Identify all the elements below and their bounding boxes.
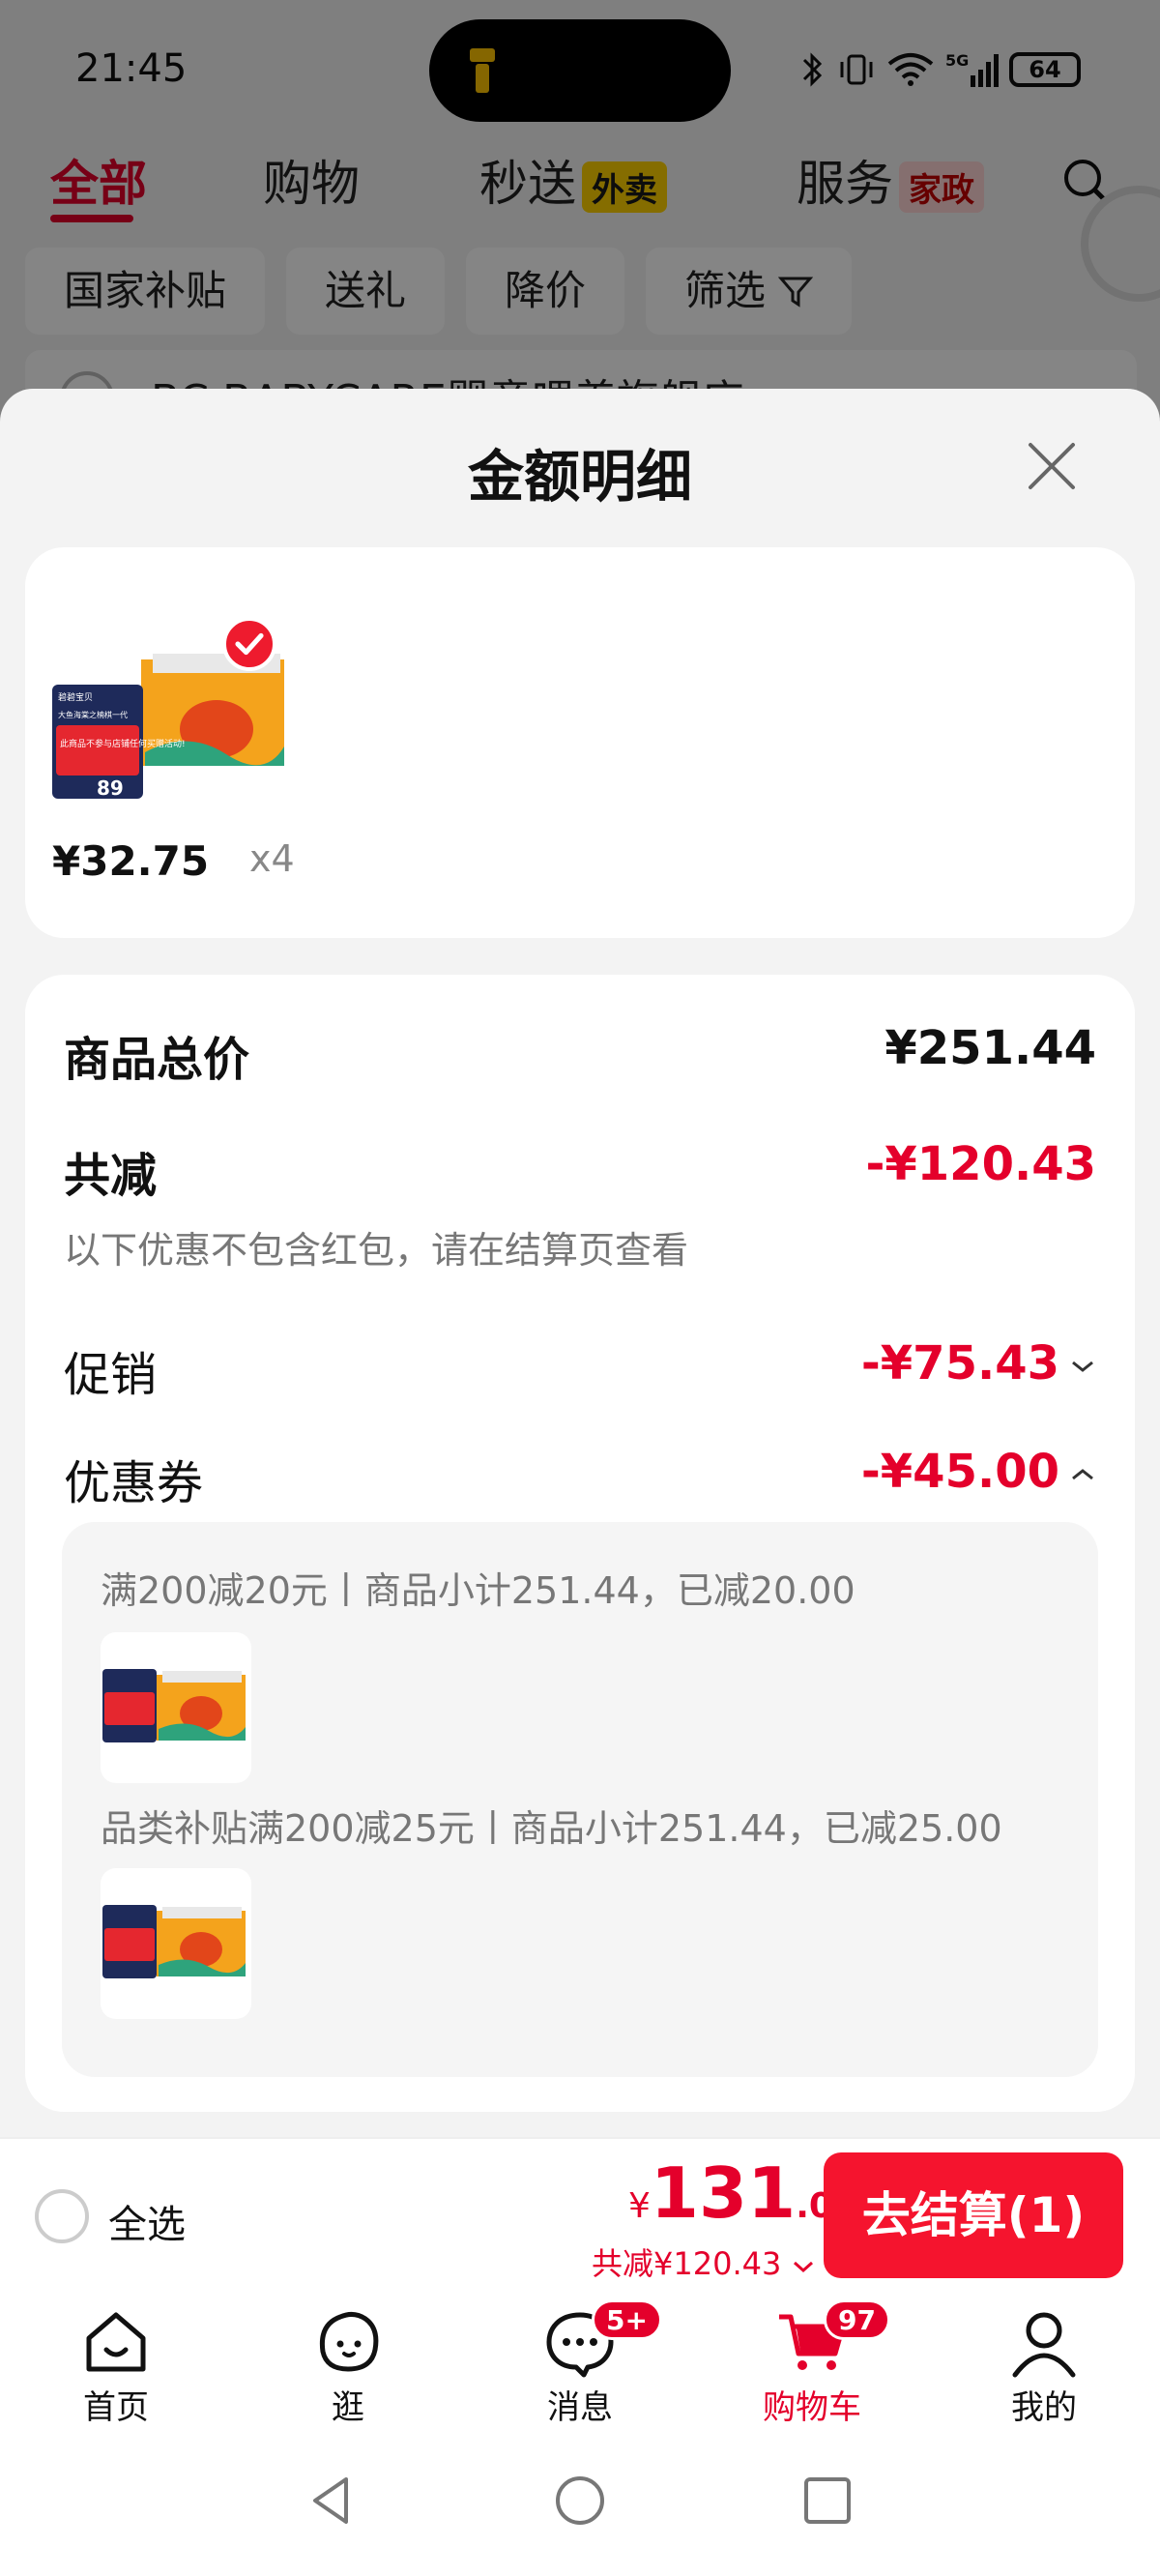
total-saved-toggle[interactable]: 共减¥120.43 xyxy=(592,2239,815,2284)
item-quantity: x4 xyxy=(249,837,295,880)
price-summary-card: 商品总价 ¥251.44 共减 -¥120.43 以下优惠不包含红包，请在结算页… xyxy=(25,975,1135,2112)
tab-home-label: 首页 xyxy=(83,2388,149,2427)
back-nav-icon[interactable] xyxy=(304,2472,362,2530)
select-all-radio[interactable] xyxy=(35,2189,89,2243)
tab-profile[interactable]: 我的 xyxy=(976,2305,1112,2428)
thumb-promo: 此商品不参与店铺任何买赠活动! xyxy=(60,738,186,749)
thumb-slogan: 大鱼海棠之楠棋一代 xyxy=(58,710,128,719)
reduction-value: -¥120.43 xyxy=(865,1137,1096,1191)
checkout-bar: 全选 ¥131.01 共减¥120.43 去结算(1) xyxy=(0,2137,1160,2292)
chevron-down-icon xyxy=(793,2261,813,2273)
thumb-price: 89 xyxy=(97,776,124,799)
promotion-value: -¥75.43 xyxy=(860,1336,1059,1390)
tab-profile-label: 我的 xyxy=(1011,2388,1077,2427)
promotion-row-toggle[interactable]: -¥75.43 xyxy=(861,1336,1096,1390)
reduction-label: 共减 xyxy=(64,1149,158,1203)
coupon-product-thumb-1 xyxy=(101,1632,251,1783)
price-integer: 131 xyxy=(650,2152,797,2234)
coupon-value: -¥45.00 xyxy=(860,1445,1059,1499)
total-label: 商品总价 xyxy=(64,1033,250,1087)
selected-check-icon xyxy=(222,617,276,671)
tab-browse[interactable]: 逛 xyxy=(280,2305,416,2428)
cart-count-badge: 97 xyxy=(824,2299,890,2340)
select-all-label[interactable]: 全选 xyxy=(108,2193,186,2249)
tab-home[interactable]: 首页 xyxy=(48,2305,184,2428)
recents-nav-icon[interactable] xyxy=(798,2472,856,2530)
home-icon xyxy=(86,2312,146,2372)
tab-cart[interactable]: 购物车 97 xyxy=(744,2299,890,2428)
home-nav-icon[interactable] xyxy=(551,2472,609,2530)
sheet-title: 金额明细 xyxy=(467,444,692,510)
system-nav-bar xyxy=(0,2431,1160,2576)
message-count-badge: 5+ xyxy=(592,2299,662,2340)
coupon-product-thumb-2 xyxy=(101,1868,251,2019)
currency-symbol: ¥ xyxy=(628,2186,651,2226)
coupon-line-1: 满200减20元丨商品小计251.44，已减20.00 xyxy=(101,1569,856,1612)
price-detail-sheet: 金额明细 碧碧宝贝 大鱼海棠之楠棋一代 此商品不参与店铺任何买赠活动! 89 ¥… xyxy=(0,389,1160,2137)
tab-cart-label: 购物车 xyxy=(763,2388,861,2427)
tab-messages-label: 消息 xyxy=(547,2388,613,2427)
close-icon[interactable] xyxy=(1023,437,1081,495)
coupon-detail-list: 满200减20元丨商品小计251.44，已减20.00 品类补贴满200减25元… xyxy=(62,1522,1098,2077)
tab-messages[interactable]: 消息 5+ xyxy=(512,2299,662,2428)
product-card: 碧碧宝贝 大鱼海棠之楠棋一代 此商品不参与店铺任何买赠活动! 89 ¥32.75… xyxy=(25,547,1135,938)
reduction-note: 以下优惠不包含红包，请在结算页查看 xyxy=(64,1229,689,1272)
bottom-tab-bar: 首页 逛 消息 5+ 购物车 97 我的 xyxy=(0,2292,1160,2431)
thumb-brand: 碧碧宝贝 xyxy=(58,691,93,703)
coupon-row-toggle[interactable]: -¥45.00 xyxy=(861,1445,1096,1499)
item-unit-price: ¥32.75 xyxy=(52,837,210,885)
coupon-line-2: 品类补贴满200减25元丨商品小计251.44，已减25.00 xyxy=(101,1807,1002,1850)
checkout-button[interactable]: 去结算(1) xyxy=(824,2152,1123,2278)
chevron-up-icon xyxy=(1072,1469,1093,1480)
profile-icon xyxy=(1012,2312,1076,2378)
coupon-product-image-1 xyxy=(102,1669,246,1742)
coupon-label: 优惠券 xyxy=(64,1456,204,1510)
modal-overlay[interactable] xyxy=(0,0,1160,406)
chevron-down-icon xyxy=(1072,1361,1093,1372)
coupon-product-image-2 xyxy=(102,1905,246,1978)
browse-icon xyxy=(319,2311,379,2372)
promotion-label: 促销 xyxy=(64,1348,158,1402)
total-value: ¥251.44 xyxy=(884,1021,1096,1075)
tab-browse-label: 逛 xyxy=(332,2388,364,2427)
total-saved-text: 共减¥120.43 xyxy=(592,2245,782,2282)
